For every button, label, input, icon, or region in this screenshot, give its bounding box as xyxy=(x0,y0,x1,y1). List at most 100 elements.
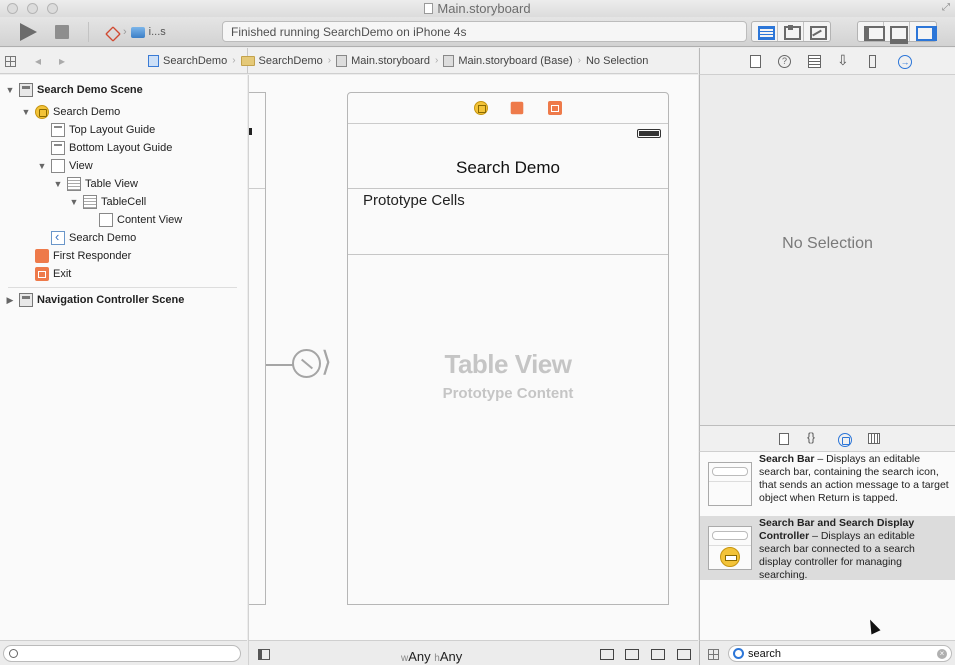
search-display-controller-thumbnail-icon xyxy=(708,526,752,570)
first-responder-icon[interactable] xyxy=(510,101,524,115)
outline-item-navigation-item[interactable]: Search Demo xyxy=(37,229,136,247)
outline-item-bottom-layout-guide[interactable]: Bottom Layout Guide xyxy=(37,139,172,157)
outline-item-label: View xyxy=(69,160,93,172)
storyboard-canvas[interactable]: ⟩ Search Demo Prototype Cells Table View… xyxy=(248,75,698,640)
first-responder-icon xyxy=(35,249,49,263)
storyboard-icon xyxy=(443,54,455,67)
outline-item-label: First Responder xyxy=(53,250,132,262)
view-controller-icon[interactable] xyxy=(474,101,488,115)
library-item-search-bar[interactable]: Search Bar – Displays an editable search… xyxy=(700,452,955,516)
clear-search-icon[interactable]: × xyxy=(937,649,947,659)
breadcrumb-storyboard[interactable]: Main.storyboard xyxy=(336,54,430,67)
library-search-field[interactable]: × xyxy=(728,645,952,662)
align-icon[interactable] xyxy=(600,649,614,660)
exit-icon[interactable] xyxy=(548,101,562,115)
outline-item-table-view[interactable]: ▼ Table View xyxy=(53,175,138,193)
file-inspector-icon[interactable] xyxy=(750,55,761,68)
size-class-h-value: Any xyxy=(439,649,463,664)
search-demo-scene[interactable]: Search Demo Prototype Cells Table View P… xyxy=(347,92,669,605)
standard-editor-icon[interactable] xyxy=(752,22,778,41)
back-arrow-icon[interactable]: ◂ xyxy=(35,54,41,68)
inspector-tab-bar: ? → xyxy=(699,48,955,75)
navigation-title[interactable]: Search Demo xyxy=(348,158,668,178)
resizing-icon[interactable] xyxy=(677,649,691,660)
outline-item-label: Bottom Layout Guide xyxy=(69,142,173,154)
navigation-bar[interactable]: Search Demo xyxy=(348,124,668,189)
outline-item-label: Search Demo Scene xyxy=(37,84,143,96)
layout-guide-icon xyxy=(51,123,65,137)
outline-item-label: Search Demo xyxy=(53,106,121,118)
relationship-segue-icon[interactable] xyxy=(292,349,321,378)
resolve-issues-icon[interactable] xyxy=(651,649,665,660)
grid-view-icon[interactable] xyxy=(708,649,719,660)
size-class-control[interactable]: wAny hAny xyxy=(401,649,462,664)
scene-dock xyxy=(348,93,668,124)
navigation-controller-scene[interactable] xyxy=(249,92,266,605)
code-snippet-library-icon[interactable]: {} xyxy=(807,430,815,444)
toggle-navigator-icon[interactable] xyxy=(858,22,885,41)
outline-item-label: Table View xyxy=(85,178,138,190)
outline-item-exit[interactable]: Exit xyxy=(21,265,71,283)
outline-item-search-demo-scene[interactable]: ▼ Search Demo Scene xyxy=(5,81,143,99)
view-toggle-control xyxy=(857,21,937,44)
toggle-outline-icon[interactable] xyxy=(258,649,270,660)
outline-filter-field[interactable] xyxy=(3,645,241,662)
filter-icon xyxy=(9,649,18,658)
navigation-item-icon xyxy=(51,229,65,245)
layout-guide-icon xyxy=(51,141,65,155)
scene-icon xyxy=(19,83,33,97)
disclosure-expanded-icon[interactable]: ▼ xyxy=(69,197,79,207)
toggle-debug-area-icon[interactable] xyxy=(884,22,910,44)
segue-arrow-icon: ⟩ xyxy=(321,346,332,377)
search-icon xyxy=(733,648,744,659)
breadcrumb-storyboard-base[interactable]: Main.storyboard (Base) xyxy=(443,54,573,67)
identity-inspector-icon[interactable] xyxy=(808,55,821,68)
fullscreen-icon[interactable]: ⤢ xyxy=(942,2,950,13)
app-target-icon xyxy=(103,24,119,40)
breadcrumb-project[interactable]: SearchDemo xyxy=(148,54,227,67)
table-view-placeholder-subtitle: Prototype Content xyxy=(442,385,574,402)
disclosure-expanded-icon[interactable]: ▼ xyxy=(53,179,63,189)
version-editor-icon[interactable] xyxy=(804,22,830,41)
pin-icon[interactable] xyxy=(625,649,639,660)
disclosure-expanded-icon[interactable]: ▼ xyxy=(21,107,31,117)
disclosure-expanded-icon[interactable]: ▼ xyxy=(37,161,47,171)
project-icon xyxy=(148,54,159,67)
library-search-input[interactable] xyxy=(748,647,928,660)
outline-item-content-view[interactable]: Content View xyxy=(85,211,182,229)
battery-icon xyxy=(249,128,252,135)
library-item-search-display-controller[interactable]: Search Bar and Search Display Controller… xyxy=(700,516,955,581)
folder-icon xyxy=(240,55,255,66)
toggle-utilities-icon[interactable] xyxy=(910,22,937,41)
assistant-editor-icon[interactable] xyxy=(778,22,804,41)
stop-button[interactable] xyxy=(55,25,69,39)
object-library-icon[interactable] xyxy=(838,433,852,447)
prototype-cells-label: Prototype Cells xyxy=(363,192,465,209)
size-inspector-icon[interactable] xyxy=(869,55,876,68)
outline-item-navigation-controller-scene[interactable]: ▶ Navigation Controller Scene xyxy=(5,291,184,309)
prototype-cells-section[interactable]: Prototype Cells xyxy=(348,189,668,255)
outline-item-view[interactable]: ▼ View xyxy=(37,157,93,175)
related-items-icon[interactable] xyxy=(5,56,16,67)
forward-arrow-icon[interactable]: ▸ xyxy=(59,54,65,68)
editor-jump-bar: SearchDemo › SearchDemo › Main.storyboar… xyxy=(148,48,698,74)
disclosure-expanded-icon[interactable]: ▼ xyxy=(5,85,15,95)
breadcrumb-folder[interactable]: SearchDemo xyxy=(240,55,323,67)
scheme-selector[interactable]: › i...s xyxy=(103,23,166,41)
outline-item-view-controller[interactable]: ▼ Search Demo xyxy=(21,103,120,121)
file-template-library-icon[interactable] xyxy=(779,433,789,445)
outline-item-label: TableCell xyxy=(101,196,147,208)
outline-item-table-cell[interactable]: ▼ TableCell xyxy=(69,193,146,211)
navigation-bar xyxy=(249,93,265,189)
disclosure-collapsed-icon[interactable]: ▶ xyxy=(5,295,15,306)
activity-status: Finished running SearchDemo on iPhone 4s xyxy=(222,21,747,42)
connections-inspector-icon[interactable]: → xyxy=(898,55,912,69)
run-button[interactable] xyxy=(20,23,37,41)
outline-item-top-layout-guide[interactable]: Top Layout Guide xyxy=(37,121,155,139)
attributes-inspector-icon[interactable] xyxy=(837,52,849,69)
media-library-icon[interactable] xyxy=(868,433,880,444)
scheme-device-label: i...s xyxy=(148,26,166,38)
outline-item-first-responder[interactable]: First Responder xyxy=(21,247,131,265)
breadcrumb-selection[interactable]: No Selection xyxy=(586,55,648,67)
quick-help-icon[interactable]: ? xyxy=(778,55,791,68)
